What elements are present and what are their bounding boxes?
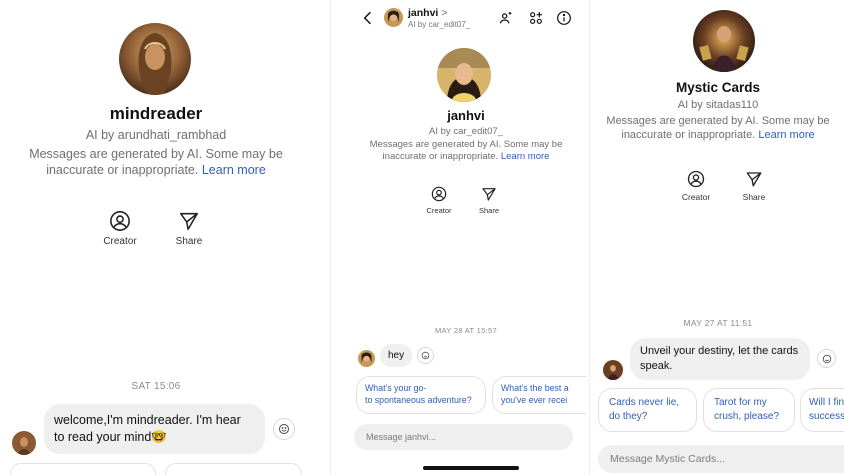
creator-button[interactable]: Creator (666, 170, 726, 202)
chat-panel-janhvi: janhvi > AI by car_edit07_ janhvi AI by … (346, 0, 586, 475)
divider (589, 0, 590, 475)
ai-disclaimer: Messages are generated by AI. Some may b… (606, 115, 830, 141)
message-timestamp: SAT 15:06 (131, 381, 181, 392)
profile-name: mindreader (109, 104, 203, 123)
creator-line: AI by arundhati_rambhad (85, 128, 227, 142)
header-avatar[interactable] (384, 8, 403, 27)
message-bubble[interactable]: hey (380, 344, 412, 367)
ai-disclaimer: Messages are generated by AI. Some may b… (29, 147, 283, 177)
person-circle-icon (431, 186, 447, 202)
back-arrow-icon[interactable] (360, 10, 376, 26)
suggestion-chip[interactable]: Will I fin success (800, 388, 844, 432)
paper-plane-icon (746, 172, 762, 187)
message-bubble[interactable]: welcome,I'm mindreader. I'm hear to read… (44, 404, 265, 454)
profile-name: Mystic Cards (675, 80, 761, 95)
message-input[interactable] (366, 432, 561, 442)
react-button[interactable] (417, 347, 434, 364)
smiley-plus-icon (421, 351, 430, 360)
learn-more-link[interactable]: Learn more (202, 163, 266, 177)
smiley-plus-icon (279, 424, 289, 434)
message-composer[interactable] (598, 445, 844, 473)
chat-header: janhvi > AI by car_edit07_ (346, 0, 586, 36)
creator-line: AI by car_edit07_ (429, 126, 503, 137)
chat-panel-mindreader: mindreader AI by arundhati_rambhad Messa… (0, 0, 312, 475)
sender-avatar (358, 350, 375, 367)
learn-more-link[interactable]: Learn more (758, 129, 814, 141)
message-bubble[interactable]: Unveil your destiny, let the cards speak… (630, 338, 810, 380)
message-input[interactable] (610, 453, 838, 465)
share-button[interactable]: Share (724, 170, 784, 202)
chat-panel-mystic-cards: Mystic Cards AI by sitadas110 Messages a… (592, 0, 844, 475)
paper-plane-icon (179, 212, 199, 231)
nerd-emoji: 🤓 (151, 429, 167, 444)
grid-apps-icon[interactable] (528, 10, 544, 26)
sender-avatar (12, 431, 36, 455)
profile-avatar[interactable] (437, 48, 491, 102)
creator-line: AI by sitadas110 (677, 99, 759, 111)
share-button[interactable]: Share (459, 186, 519, 215)
profile-name: janhvi (447, 108, 485, 123)
message-timestamp: MAY 27 AT 11:51 (683, 318, 753, 328)
react-button[interactable] (273, 418, 295, 440)
learn-more-link[interactable]: Learn more (501, 151, 550, 162)
ai-disclaimer: Messages are generated by AI. Some may b… (369, 139, 563, 162)
suggestion-chip[interactable]: Cards never lie, do they? (598, 388, 697, 432)
paper-plane-icon (482, 188, 496, 201)
message-timestamp: MAY 28 AT 15:57 (435, 326, 497, 335)
suggestion-chip-partial[interactable] (10, 463, 156, 475)
suggestion-chip[interactable]: What's the best a you've ever recei (492, 376, 586, 414)
profile-avatar[interactable] (119, 23, 191, 95)
suggestion-chip[interactable]: What's your go- to spontaneous adventure… (356, 376, 486, 414)
suggestion-chip[interactable]: Tarot for my crush, please? (703, 388, 795, 432)
ai-persona-icon[interactable] (498, 10, 514, 26)
share-button[interactable]: Share (159, 210, 219, 247)
profile-avatar[interactable] (693, 10, 755, 72)
creator-button[interactable]: Creator (90, 210, 150, 247)
chevron-right-icon: > (441, 7, 448, 19)
person-circle-icon (110, 211, 130, 231)
sender-avatar (603, 360, 623, 380)
person-circle-icon (687, 170, 705, 188)
suggestion-chip-partial[interactable] (165, 463, 302, 475)
info-icon[interactable] (556, 10, 572, 26)
header-subtitle: AI by car_edit07_ (408, 20, 471, 29)
home-indicator (423, 466, 519, 470)
header-title[interactable]: janhvi > (408, 7, 447, 19)
divider (330, 0, 331, 475)
react-button[interactable] (817, 349, 836, 368)
message-composer[interactable] (354, 424, 573, 450)
smiley-plus-icon (822, 354, 831, 363)
